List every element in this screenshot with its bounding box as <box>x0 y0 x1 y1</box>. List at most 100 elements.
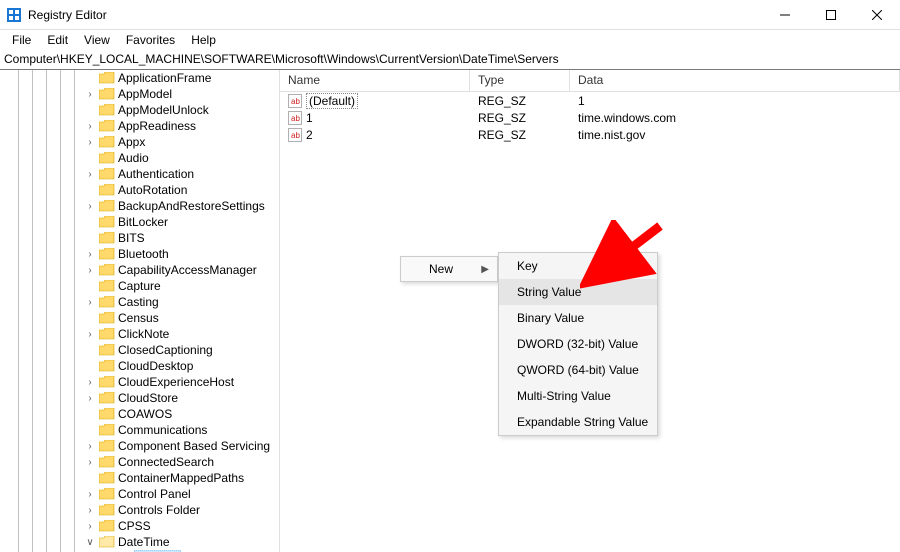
tree-node-label: AppReadiness <box>118 119 196 133</box>
context-item[interactable]: QWORD (64-bit) Value <box>499 357 657 383</box>
folder-icon <box>99 264 115 276</box>
tree-node-label: CapabilityAccessManager <box>118 263 257 277</box>
tree-guide-lines <box>0 70 80 552</box>
context-submenu: KeyString ValueBinary ValueDWORD (32-bit… <box>498 252 658 436</box>
expand-chevron-icon[interactable]: › <box>84 521 96 532</box>
value-name: 1 <box>306 111 313 125</box>
close-button[interactable] <box>854 0 900 30</box>
menu-bar: File Edit View Favorites Help <box>0 30 900 50</box>
tree-node-label: Bluetooth <box>118 247 169 261</box>
address-bar[interactable]: Computer\HKEY_LOCAL_MACHINE\SOFTWARE\Mic… <box>0 50 900 70</box>
context-item[interactable]: DWORD (32-bit) Value <box>499 331 657 357</box>
col-header-name[interactable]: Name <box>280 70 470 91</box>
tree-node-label: Census <box>118 311 159 325</box>
registry-editor-window: Registry Editor File Edit View Favorites… <box>0 0 900 552</box>
folder-icon <box>99 360 115 372</box>
value-data: time.windows.com <box>570 111 900 125</box>
folder-icon <box>99 104 115 116</box>
client-area: ApplicationFrame›AppModelAppModelUnlock›… <box>0 70 900 552</box>
folder-icon <box>99 472 115 484</box>
folder-icon <box>99 184 115 196</box>
tree-pane[interactable]: ApplicationFrame›AppModelAppModelUnlock›… <box>0 70 280 552</box>
context-item[interactable]: Multi-String Value <box>499 383 657 409</box>
folder-icon <box>99 232 115 244</box>
tree-node-label: Controls Folder <box>118 503 200 517</box>
tree-node-label: CloudDesktop <box>118 359 193 373</box>
expand-chevron-icon[interactable]: › <box>84 201 96 212</box>
folder-icon <box>99 520 115 532</box>
value-type: REG_SZ <box>470 128 570 142</box>
context-item[interactable]: Binary Value <box>499 305 657 331</box>
folder-icon <box>99 296 115 308</box>
value-row[interactable]: ab 1 REG_SZtime.windows.com <box>280 109 900 126</box>
menu-file[interactable]: File <box>4 31 39 49</box>
tree-node-label: Audio <box>118 151 149 165</box>
expand-chevron-icon[interactable]: › <box>84 441 96 452</box>
tree-node-label: ClosedCaptioning <box>118 343 213 357</box>
folder-icon <box>99 280 115 292</box>
string-value-icon: ab <box>288 111 302 125</box>
expand-chevron-icon[interactable]: › <box>84 121 96 132</box>
value-type: REG_SZ <box>470 111 570 125</box>
expand-chevron-icon[interactable]: › <box>84 377 96 388</box>
tree-node-label: CPSS <box>118 519 151 533</box>
folder-icon <box>99 488 115 500</box>
folder-icon <box>99 328 115 340</box>
expand-chevron-icon[interactable]: › <box>84 329 96 340</box>
folder-icon <box>99 440 115 452</box>
context-item[interactable]: Key <box>499 253 657 279</box>
value-type: REG_SZ <box>470 94 570 108</box>
tree-node-label: ApplicationFrame <box>118 71 211 85</box>
folder-icon <box>99 536 115 548</box>
maximize-button[interactable] <box>808 0 854 30</box>
col-header-type[interactable]: Type <box>470 70 570 91</box>
menu-favorites[interactable]: Favorites <box>118 31 183 49</box>
minimize-button[interactable] <box>762 0 808 30</box>
tree-node-label: ClickNote <box>118 327 169 341</box>
folder-icon <box>99 216 115 228</box>
folder-icon <box>99 344 115 356</box>
svg-text:ab: ab <box>291 97 300 106</box>
string-value-icon: ab <box>288 128 302 142</box>
folder-icon <box>99 424 115 436</box>
context-item[interactable]: Expandable String Value <box>499 409 657 435</box>
expand-chevron-icon[interactable]: ∨ <box>84 537 96 548</box>
expand-chevron-icon[interactable]: › <box>84 249 96 260</box>
expand-chevron-icon[interactable]: › <box>84 457 96 468</box>
value-row[interactable]: ab(Default)REG_SZ1 <box>280 92 900 109</box>
context-menu-new[interactable]: New ▶ <box>400 256 498 282</box>
tree-node-label: AppModel <box>118 87 172 101</box>
expand-chevron-icon[interactable]: › <box>84 265 96 276</box>
col-header-data[interactable]: Data <box>570 70 900 91</box>
menu-view[interactable]: View <box>76 31 118 49</box>
expand-chevron-icon[interactable]: › <box>84 137 96 148</box>
tree-node-label: Capture <box>118 279 161 293</box>
app-icon <box>6 7 22 23</box>
value-data: 1 <box>570 94 900 108</box>
expand-chevron-icon[interactable]: › <box>84 169 96 180</box>
title-bar[interactable]: Registry Editor <box>0 0 900 30</box>
folder-icon <box>99 504 115 516</box>
context-item[interactable]: String Value <box>499 279 657 305</box>
window-title: Registry Editor <box>28 8 762 22</box>
expand-chevron-icon[interactable]: › <box>84 489 96 500</box>
expand-chevron-icon[interactable]: › <box>84 393 96 404</box>
expand-chevron-icon[interactable]: › <box>84 505 96 516</box>
tree-node-label: Communications <box>118 423 207 437</box>
tree-node-label: ContainerMappedPaths <box>118 471 244 485</box>
submenu-arrow-icon: ▶ <box>481 264 489 275</box>
menu-help[interactable]: Help <box>183 31 224 49</box>
expand-chevron-icon[interactable]: › <box>84 89 96 100</box>
folder-icon <box>99 200 115 212</box>
folder-icon <box>99 392 115 404</box>
folder-icon <box>99 152 115 164</box>
folder-icon <box>99 88 115 100</box>
tree-node-label: Authentication <box>118 167 194 181</box>
value-row[interactable]: ab2REG_SZtime.nist.gov <box>280 126 900 143</box>
menu-edit[interactable]: Edit <box>39 31 76 49</box>
tree-node-label: BITS <box>118 231 145 245</box>
expand-chevron-icon[interactable]: › <box>84 297 96 308</box>
folder-icon <box>99 376 115 388</box>
tree-node-label: AutoRotation <box>118 183 187 197</box>
folder-icon <box>99 72 115 84</box>
